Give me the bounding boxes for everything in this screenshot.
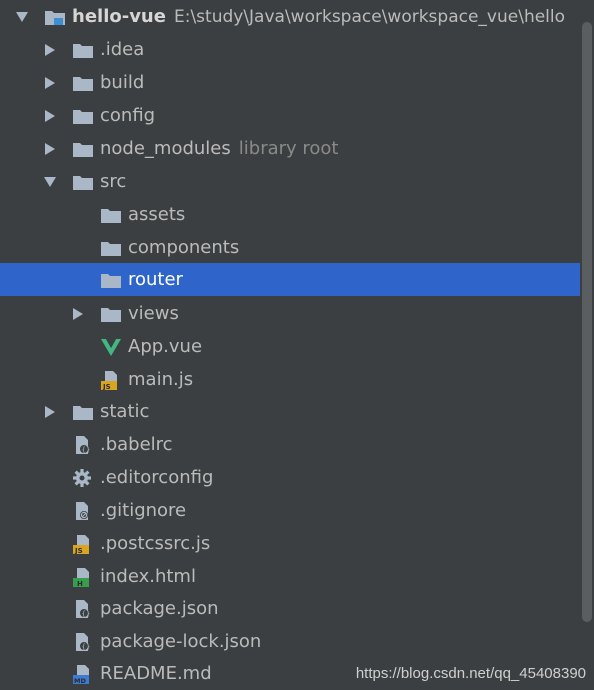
tree-row-package-json[interactable]: {} package.json [0, 592, 580, 625]
tree-item-label: README.md [100, 662, 212, 684]
tree-row-editorconfig[interactable]: .editorconfig [0, 461, 580, 494]
tree-row-babelrc[interactable]: {} .babelrc [0, 428, 580, 461]
tree-item-label: static [100, 400, 150, 422]
markdown-file-icon: MD [72, 664, 94, 684]
folder-icon [100, 270, 122, 290]
svg-text:H: H [77, 580, 83, 587]
config-file-icon: {} [72, 435, 94, 455]
tree-item-label: node_modules [100, 137, 231, 159]
tree-row-node-modules[interactable]: node_modules library root [0, 132, 580, 165]
html-file-icon: H [72, 567, 94, 587]
tree-row-config[interactable]: config [0, 99, 580, 132]
expand-arrow-icon[interactable] [72, 307, 84, 320]
expand-arrow-icon[interactable] [44, 109, 56, 122]
tree-row-build[interactable]: build [0, 66, 580, 99]
folder-icon [72, 139, 94, 159]
root-label: hello-vue [72, 5, 166, 27]
folder-icon [100, 238, 122, 258]
expand-arrow-icon[interactable] [44, 405, 56, 418]
svg-text:{}: {} [82, 446, 91, 454]
svg-text:{}: {} [82, 610, 91, 618]
watermark: https://blog.csdn.net/qq_45408390 [355, 665, 586, 682]
svg-text:{}: {} [82, 643, 91, 651]
svg-text:JS: JS [74, 547, 83, 554]
tree-row-router[interactable]: router [0, 263, 580, 296]
vertical-scrollbar[interactable] [580, 0, 594, 689]
tree-row-main-js[interactable]: JS main.js [0, 363, 580, 396]
folder-icon [100, 205, 122, 225]
tree-item-label: index.html [100, 565, 196, 587]
tree-item-label: views [128, 302, 179, 324]
tree-item-label: assets [128, 203, 186, 225]
folder-icon [72, 172, 94, 192]
tree-item-label: .idea [100, 38, 145, 60]
tree-item-label: package.json [100, 597, 219, 619]
project-folder-icon [44, 7, 66, 27]
tree-item-label: components [128, 236, 240, 258]
json-file-icon: {} [72, 599, 94, 619]
expand-arrow-icon[interactable] [44, 142, 56, 155]
project-tree: hello-vue E:\study\Java\workspace\worksp… [0, 0, 580, 689]
tree-row-root[interactable]: hello-vue E:\study\Java\workspace\worksp… [0, 0, 580, 33]
tree-row-src[interactable]: src [0, 165, 580, 198]
tree-row-static[interactable]: static [0, 395, 580, 428]
folder-icon [72, 402, 94, 422]
svg-text:JS: JS [102, 383, 111, 390]
tree-row-idea[interactable]: .idea [0, 33, 580, 66]
folder-icon [72, 73, 94, 93]
expand-arrow-icon[interactable] [44, 76, 56, 89]
svg-text:MD: MD [74, 677, 86, 684]
tree-item-label: build [100, 71, 145, 93]
ignore-file-icon [72, 501, 94, 521]
gear-icon [72, 468, 94, 488]
tree-item-label: main.js [128, 368, 194, 390]
tree-row-package-lock-json[interactable]: {} package-lock.json [0, 625, 580, 658]
tree-row-postcssrc[interactable]: JS .postcssrc.js [0, 527, 580, 560]
tree-row-index-html[interactable]: H index.html [0, 560, 580, 593]
vue-file-icon [100, 337, 122, 357]
folder-icon [72, 106, 94, 126]
tree-row-views[interactable]: views [0, 297, 580, 330]
folder-icon [72, 40, 94, 60]
tree-item-label: .postcssrc.js [100, 532, 211, 554]
tree-row-app-vue[interactable]: App.vue [0, 330, 580, 363]
tree-item-label: config [100, 104, 156, 126]
expand-arrow-icon[interactable] [44, 43, 56, 56]
json-file-icon: {} [72, 632, 94, 652]
tree-item-label: .gitignore [100, 499, 187, 521]
js-file-icon: JS [100, 370, 122, 390]
tree-item-label: App.vue [128, 335, 203, 357]
expand-arrow-icon[interactable] [16, 11, 28, 23]
tree-row-assets[interactable]: assets [0, 198, 580, 231]
library-root-hint: library root [238, 138, 339, 159]
tree-item-label: .babelrc [100, 433, 173, 455]
expand-arrow-icon[interactable] [44, 176, 56, 188]
folder-icon [100, 304, 122, 324]
tree-item-label: router [128, 268, 183, 290]
tree-row-gitignore[interactable]: .gitignore [0, 494, 580, 527]
tree-item-label: .editorconfig [100, 466, 214, 488]
js-file-icon: JS [72, 534, 94, 554]
tree-item-label: src [100, 170, 127, 192]
tree-item-label: package-lock.json [100, 630, 262, 652]
scrollbar-thumb[interactable] [582, 22, 592, 622]
tree-row-components[interactable]: components [0, 231, 580, 264]
root-path: E:\study\Java\workspace\workspace_vue\he… [173, 6, 566, 27]
